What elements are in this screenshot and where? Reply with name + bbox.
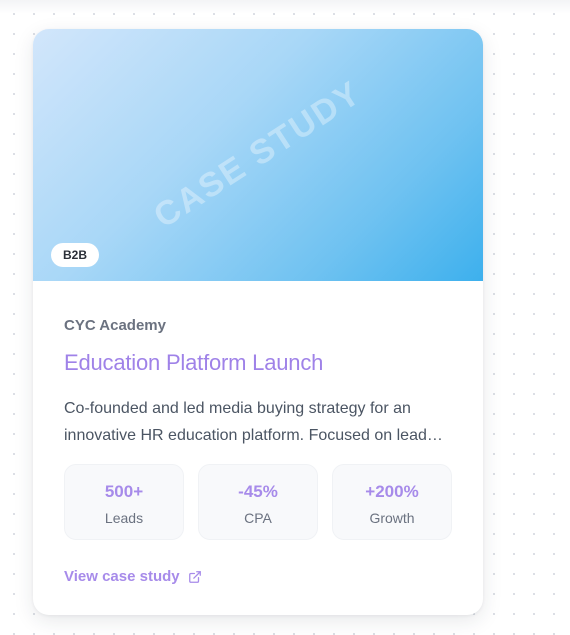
category-badge: B2B [51,243,100,267]
case-study-card[interactable]: CASE STUDY B2B CYC Academy Education Pla… [33,29,483,615]
stat-leads: 500+ Leads [64,464,184,540]
stat-value: +200% [365,482,419,501]
stat-label: Growth [369,510,415,526]
case-study-title[interactable]: Education Platform Launch [64,348,452,378]
stat-value: -45% [238,482,278,501]
external-link-icon [188,570,202,584]
stat-value: 500+ [104,482,144,501]
page-top-fade [0,0,570,14]
hero-watermark: CASE STUDY [147,73,369,236]
view-case-study-label: View case study [64,568,180,585]
stat-growth: +200% Growth [332,464,452,540]
view-case-study-link[interactable]: View case study [64,568,202,585]
stat-label: Leads [104,510,144,526]
stat-label: CPA [244,510,272,526]
case-study-description: Co-founded and led media buying strategy… [64,400,443,444]
client-name: CYC Academy [64,317,166,334]
card-hero-image: CASE STUDY B2B [33,29,483,281]
card-body: CYC Academy Education Platform Launch Co… [33,281,483,586]
stat-cpa: -45% CPA [198,464,318,540]
stats-row: 500+ Leads -45% CPA +200% Growth [64,464,452,540]
